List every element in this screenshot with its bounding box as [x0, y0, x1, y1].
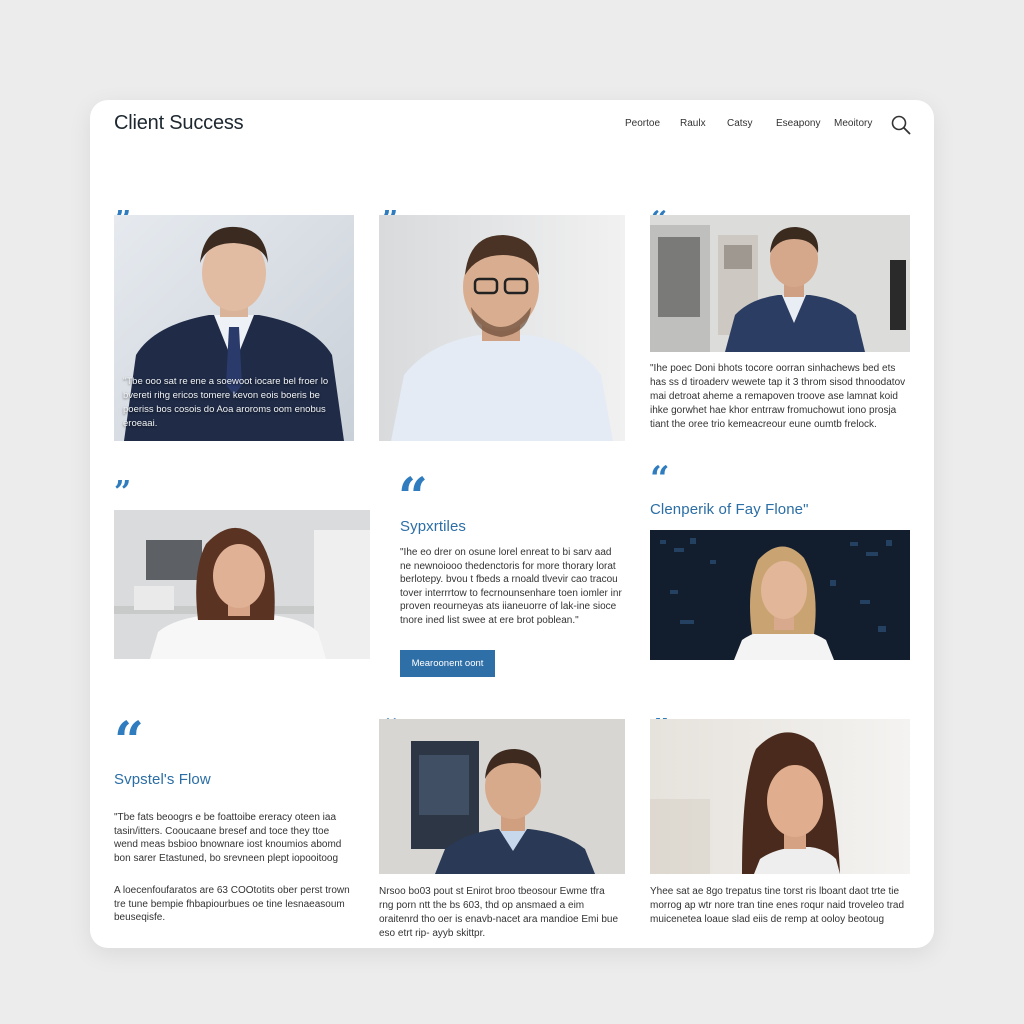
card-subtitle: Clenperik of Fay Flone" — [650, 501, 809, 518]
client-photo-2 — [379, 215, 625, 441]
client-photo-9 — [650, 719, 910, 874]
quote-icon: ” — [114, 475, 132, 510]
nav-item-4[interactable]: Eseapony — [776, 118, 820, 129]
quote-icon: “ — [114, 711, 144, 772]
nav-item-1[interactable]: Peortoe — [625, 118, 660, 129]
testimonial-footnote: A loecenfoufaratos are 63 COOtotits ober… — [114, 885, 350, 923]
quote-icon: “ — [398, 467, 428, 528]
card-subtitle: Sypxrtiles — [400, 518, 467, 535]
nav-item-2[interactable]: Raulx — [680, 118, 706, 129]
testimonial-text: "Ihe eo drer on osune lorel enreat to bi… — [400, 547, 622, 626]
read-more-button[interactable]: Mearoonent oont — [400, 650, 495, 677]
client-photo-8 — [379, 719, 625, 874]
client-photo-3 — [650, 215, 910, 352]
nav-item-3[interactable]: Catsy — [727, 118, 753, 129]
site-title[interactable]: Client Success — [114, 112, 244, 135]
testimonial-text: "Tbe ooo sat re ene a soewoot iocare bel… — [123, 376, 329, 429]
main-card: Client Success Peortoe Raulx Catsy Eseap… — [90, 100, 934, 948]
card-subtitle: Svpstel's Flow — [114, 771, 211, 788]
testimonial-text: Nrsoo bo03 pout st Enirot broo tbeosour … — [379, 886, 619, 939]
testimonial-text: "Tbe fats beoogrs e be foattoibe ereracy… — [114, 812, 342, 864]
client-photo-6 — [650, 530, 910, 660]
top-bar: Client Success Peortoe Raulx Catsy Eseap… — [90, 100, 934, 150]
nav-item-5[interactable]: Meoitory — [834, 118, 872, 129]
client-photo-4 — [114, 510, 370, 659]
search-icon[interactable] — [890, 114, 912, 136]
testimonial-text: Yhee sat ae 8go trepatus tine torst ris … — [650, 886, 905, 925]
testimonial-text: "Ihe poec Doni bhots tocore oorran sinha… — [650, 363, 906, 430]
quote-icon: “ — [650, 459, 670, 499]
